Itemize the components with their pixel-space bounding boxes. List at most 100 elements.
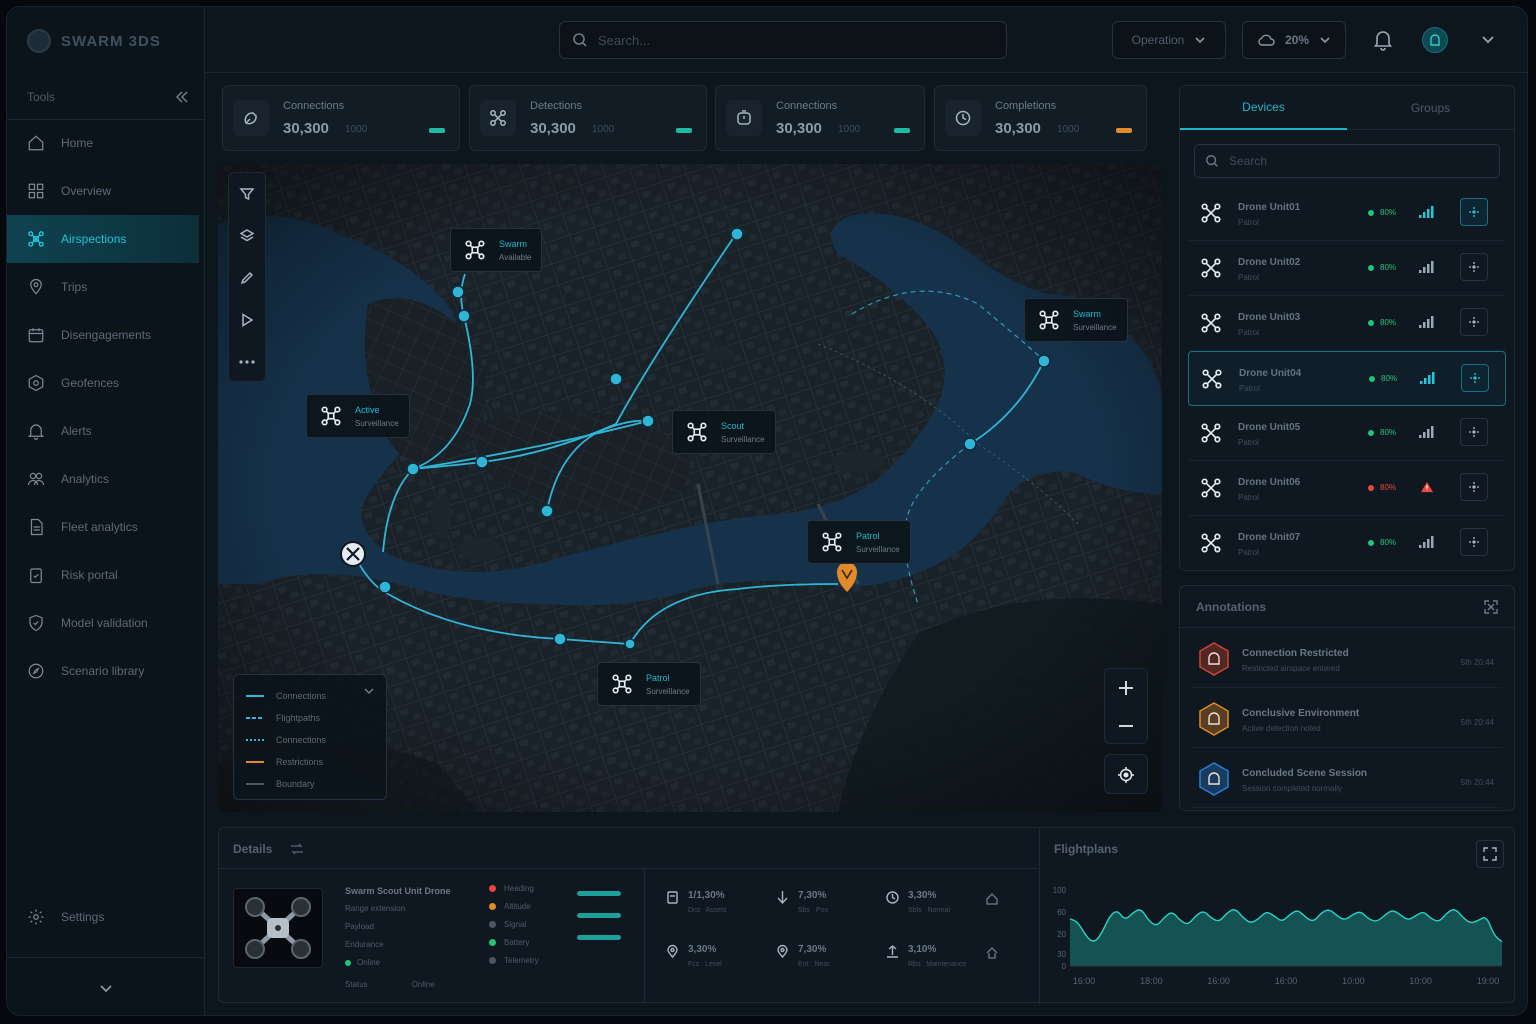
locate-drone-button[interactable] bbox=[1460, 198, 1488, 226]
drone-list-item[interactable]: Drone Unit01 Patrol 80% bbox=[1188, 186, 1506, 241]
drone-list-item[interactable]: Drone Unit07 Patrol 80% bbox=[1188, 516, 1506, 570]
annotation-item[interactable]: Connection Restricted Restricted airspace… bbox=[1192, 628, 1502, 688]
locate-drone-button[interactable] bbox=[1460, 473, 1488, 501]
sidebar-item-model-validation[interactable]: Model validation bbox=[7, 599, 205, 647]
stat-card[interactable]: Connections 30,300 1000 bbox=[222, 85, 460, 151]
drone-list-item[interactable]: Drone Unit04 Patrol 80% bbox=[1188, 351, 1506, 406]
battery-value: 80% bbox=[1380, 208, 1397, 217]
drone-card-text: Active Surveillance bbox=[355, 405, 399, 428]
locate-drone-button[interactable] bbox=[1460, 308, 1488, 336]
drone-list-item[interactable]: Drone Unit06 Patrol 80% bbox=[1188, 461, 1506, 516]
locate-drone-button[interactable] bbox=[1460, 528, 1488, 556]
map-drone-card[interactable]: Scout Surveillance bbox=[672, 410, 776, 454]
map-drone-card[interactable]: Patrol Surveillance bbox=[807, 520, 911, 564]
chart-y-tick: 30 bbox=[1057, 950, 1066, 959]
chevron-down-icon bbox=[1320, 37, 1330, 44]
stat-card[interactable]: Detections 30,300 1000 bbox=[469, 85, 707, 151]
sidebar-item-risk-portal[interactable]: Risk portal bbox=[7, 551, 205, 599]
home-icon[interactable] bbox=[985, 892, 999, 906]
metric-label: Fcs Level bbox=[688, 961, 722, 968]
drone-search[interactable]: Search bbox=[1194, 144, 1500, 178]
chevron-down-icon[interactable] bbox=[1481, 34, 1495, 46]
more-button[interactable] bbox=[229, 341, 265, 383]
tab-devices[interactable]: Devices bbox=[1180, 86, 1347, 130]
search-icon bbox=[573, 33, 587, 47]
map-view[interactable]: Swarm Available Active Surveillance Scout Sur… bbox=[218, 164, 1162, 812]
drone-list-item[interactable]: Drone Unit05 Patrol 80% bbox=[1188, 406, 1506, 461]
target-icon bbox=[1469, 262, 1479, 272]
map-legend: Connections Flightpaths Connections Restric… bbox=[233, 674, 387, 800]
annotation-time: 5th 20:44 bbox=[1460, 658, 1494, 667]
annotation-item[interactable]: Concluded Scene Session Session completed… bbox=[1192, 748, 1502, 808]
sidebar-item-disengagements[interactable]: Disengagements bbox=[7, 311, 205, 359]
annotations-panel: Annotations Connection Restricted Restric… bbox=[1179, 585, 1515, 811]
layers-button[interactable] bbox=[229, 215, 265, 257]
drone-icon bbox=[1039, 310, 1059, 330]
battery-value: 80% bbox=[1380, 318, 1397, 327]
sidebar-item-scenario-library[interactable]: Scenario library bbox=[7, 647, 205, 695]
sidebar-item-home[interactable]: Home bbox=[7, 119, 205, 167]
map-drone-card[interactable]: Swarm Available bbox=[450, 228, 543, 272]
arrow-down-icon bbox=[777, 891, 788, 905]
draw-button[interactable] bbox=[229, 257, 265, 299]
sidebar-item-settings[interactable]: Settings bbox=[7, 893, 205, 941]
drone-icon bbox=[1201, 423, 1221, 443]
sidebar-item-fleet-analytics[interactable]: Fleet analytics bbox=[7, 503, 205, 551]
sidebar-item-overview[interactable]: Overview bbox=[7, 167, 205, 215]
search-input[interactable] bbox=[598, 32, 978, 48]
sidebar-item-analytics[interactable]: Analytics bbox=[7, 455, 205, 503]
stat-label: Connections bbox=[776, 100, 838, 112]
metric-label-text: Sbls bbox=[908, 907, 922, 914]
home-return-icon[interactable] bbox=[985, 946, 999, 960]
chart-x-tick: 19:00 bbox=[1477, 976, 1500, 986]
expand-icon[interactable] bbox=[1484, 599, 1498, 614]
legend-swatch bbox=[246, 783, 264, 785]
sidebar-item-label: Fleet analytics bbox=[61, 520, 138, 534]
play-button[interactable] bbox=[229, 299, 265, 341]
drone-name: Drone Unit04 bbox=[1239, 368, 1302, 379]
chevron-down-icon[interactable] bbox=[364, 687, 374, 695]
drone-list-item[interactable]: Drone Unit02 Patrol 80% bbox=[1188, 241, 1506, 296]
operation-dropdown[interactable]: Operation bbox=[1112, 21, 1226, 59]
tab-groups[interactable]: Groups bbox=[1347, 86, 1514, 129]
map-drone-card[interactable]: Patrol Surveillance bbox=[597, 662, 701, 706]
avatar[interactable] bbox=[1422, 27, 1448, 53]
drone-icon bbox=[321, 406, 341, 426]
sidebar-item-trips[interactable]: Trips bbox=[7, 263, 205, 311]
locate-drone-button[interactable] bbox=[1460, 253, 1488, 281]
locate-button[interactable] bbox=[1105, 755, 1147, 795]
drone-icon-wrap bbox=[683, 418, 711, 446]
drone-icon bbox=[465, 240, 485, 260]
search-bar[interactable] bbox=[559, 21, 1007, 59]
collapse-sidebar-icon[interactable] bbox=[174, 89, 190, 105]
drone-name: Drone Unit03 bbox=[1238, 312, 1301, 323]
locate-drone-button[interactable] bbox=[1461, 364, 1489, 392]
weather-dropdown[interactable]: 20% bbox=[1242, 21, 1346, 59]
stat-value: 30,300 bbox=[776, 120, 822, 137]
bell-icon[interactable] bbox=[1373, 29, 1393, 51]
sidebar-item-label: Overview bbox=[61, 184, 112, 198]
drone-card-text: Patrol Surveillance bbox=[856, 531, 900, 554]
zoom-in-button[interactable] bbox=[1105, 669, 1147, 707]
drone-list-item[interactable]: Drone Unit03 Patrol 80% bbox=[1188, 296, 1506, 351]
locate-drone-button[interactable] bbox=[1460, 418, 1488, 446]
stat-card[interactable]: Completions 30,300 1000 bbox=[934, 85, 1147, 151]
sidebar-item-label: Home bbox=[61, 136, 94, 150]
stat-card[interactable]: Connections 30,300 1000 bbox=[715, 85, 925, 151]
sidebar-item-airspections[interactable]: Airspections bbox=[7, 215, 199, 263]
sidebar-item-geofences[interactable]: Geofences bbox=[7, 359, 205, 407]
swap-icon[interactable] bbox=[290, 843, 304, 855]
status-dot bbox=[1368, 265, 1374, 271]
filter-button[interactable] bbox=[229, 173, 265, 215]
chevron-down-icon[interactable] bbox=[97, 979, 115, 997]
logo[interactable]: SWARM 3DS bbox=[27, 29, 161, 53]
map-drone-card[interactable]: Active Surveillance bbox=[306, 394, 410, 438]
spec-item: Range extension bbox=[345, 904, 406, 913]
map-drone-card[interactable]: Swarm Surveillance bbox=[1024, 298, 1128, 342]
chart-y-tick: 60 bbox=[1057, 908, 1066, 917]
sidebar-item-label: Disengagements bbox=[61, 328, 152, 342]
sidebar-item-alerts[interactable]: Alerts bbox=[7, 407, 205, 455]
annotation-item[interactable]: Conclusive Environment Active detection n… bbox=[1192, 688, 1502, 748]
stat-value: 30,300 bbox=[995, 120, 1041, 137]
zoom-out-button[interactable] bbox=[1105, 707, 1147, 745]
